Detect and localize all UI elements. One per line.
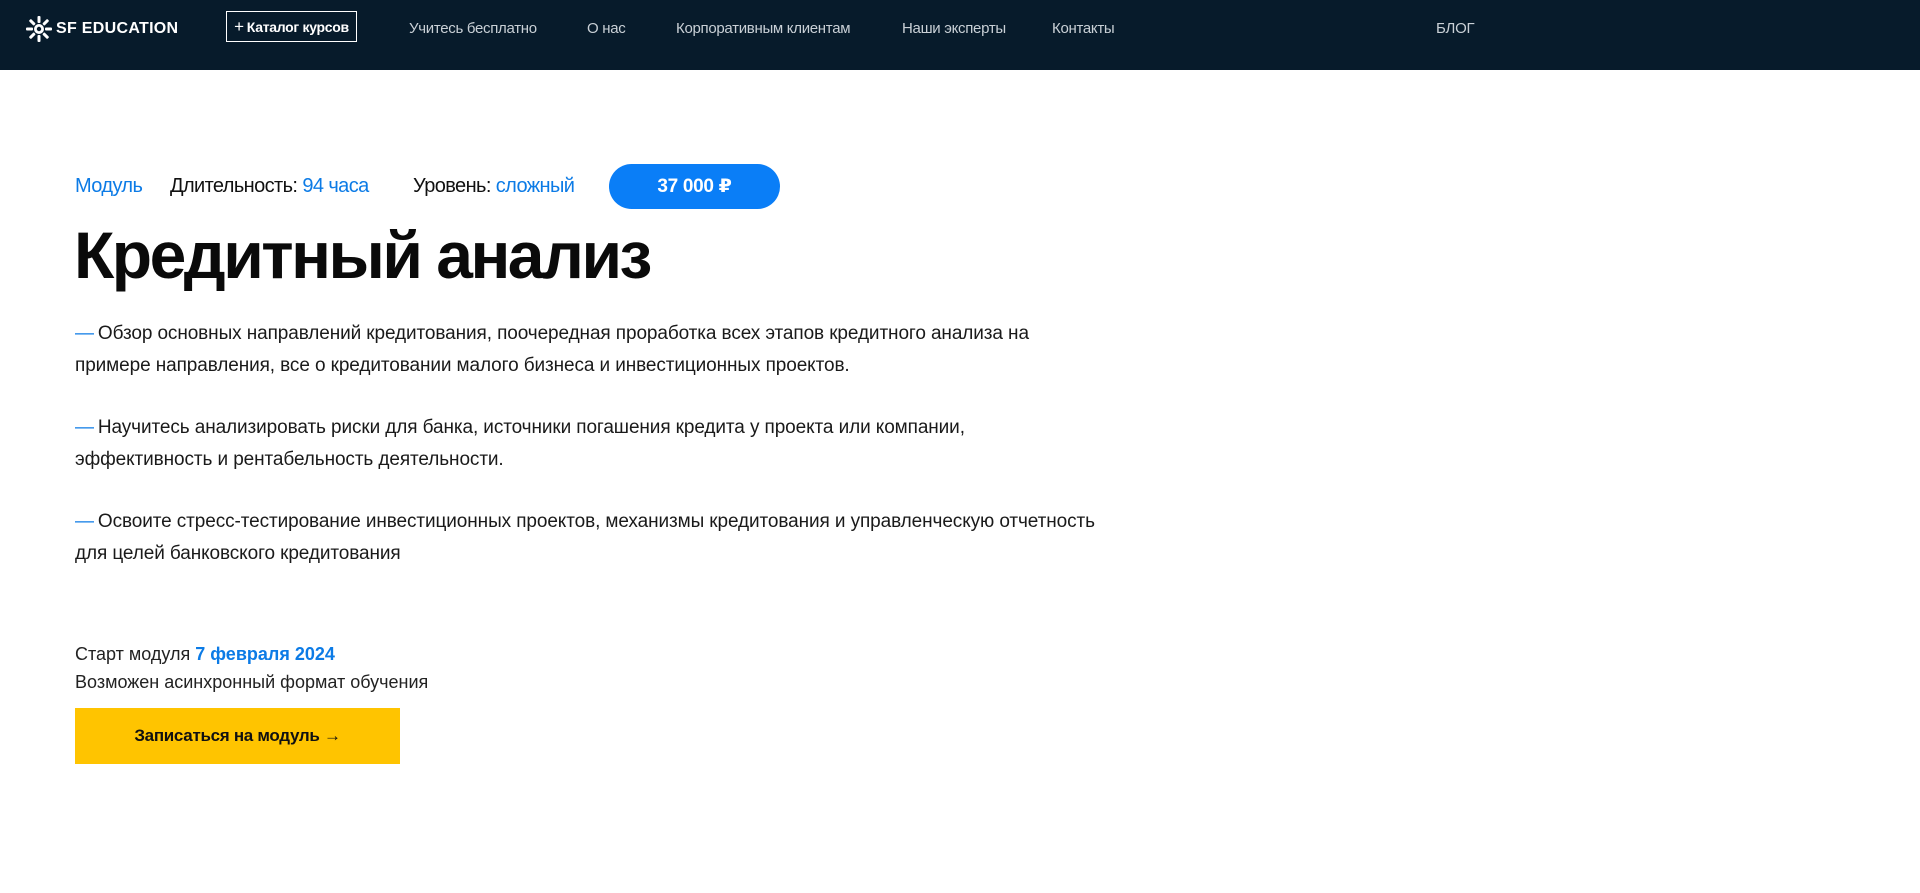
level-label: Уровень: [413, 175, 491, 197]
logo-text: SF EDUCATION [56, 20, 179, 37]
plus-icon: + [234, 16, 244, 36]
enroll-button[interactable]: Записаться на модуль → [75, 708, 400, 764]
course-level: Уровень: сложный [413, 175, 575, 198]
bullet-dash: — [75, 511, 94, 532]
site-header: SF EDUCATION + Каталог курсов Учитесь бе… [0, 0, 1920, 70]
duration-value: 94 часа [302, 175, 369, 197]
course-duration: Длительность: 94 часа [170, 175, 369, 198]
bullet-dash: — [75, 417, 94, 438]
catalog-button[interactable]: + Каталог курсов [226, 11, 357, 42]
description-item: — Освоите стресс-тестирование инвестицион… [75, 506, 1095, 570]
start-label: Старт модуля [75, 644, 191, 664]
nav-about[interactable]: О нас [587, 20, 626, 37]
async-format-note: Возможен асинхронный формат обучения [75, 672, 429, 692]
page-title: Кредитный анализ [74, 218, 652, 292]
course-type: Модуль [75, 175, 143, 197]
description-item: — Обзор основных направлений кредитования… [75, 318, 1095, 382]
description-item: — Научитесь анализировать риски для банка… [75, 412, 1095, 476]
catalog-button-label: Каталог курсов [246, 18, 349, 35]
logo[interactable]: SF EDUCATION [25, 14, 178, 44]
bullet-dash: — [75, 323, 94, 344]
nav-learn-free[interactable]: Учитесь бесплатно [409, 20, 537, 37]
nav-experts[interactable]: Наши эксперты [902, 20, 1006, 37]
description-text: Обзор основных направлений кредитования,… [75, 323, 1029, 376]
module-start: Старт модуля 7 февраля 2024 [75, 644, 335, 665]
price-badge: 37 000 ₽ [609, 164, 780, 209]
description-text: Научитесь анализировать риски для банка,… [75, 417, 965, 470]
start-date: 7 февраля 2024 [195, 644, 335, 664]
nav-contacts[interactable]: Контакты [1052, 20, 1115, 37]
description-text: Освоите стресс-тестирование инвестиционн… [75, 511, 1095, 564]
duration-label: Длительность: [170, 175, 298, 197]
level-value: сложный [495, 175, 575, 197]
nav-corporate-clients[interactable]: Корпоративным клиентам [676, 20, 851, 37]
nav-blog[interactable]: БЛОГ [1436, 20, 1475, 37]
logo-icon [26, 16, 52, 42]
